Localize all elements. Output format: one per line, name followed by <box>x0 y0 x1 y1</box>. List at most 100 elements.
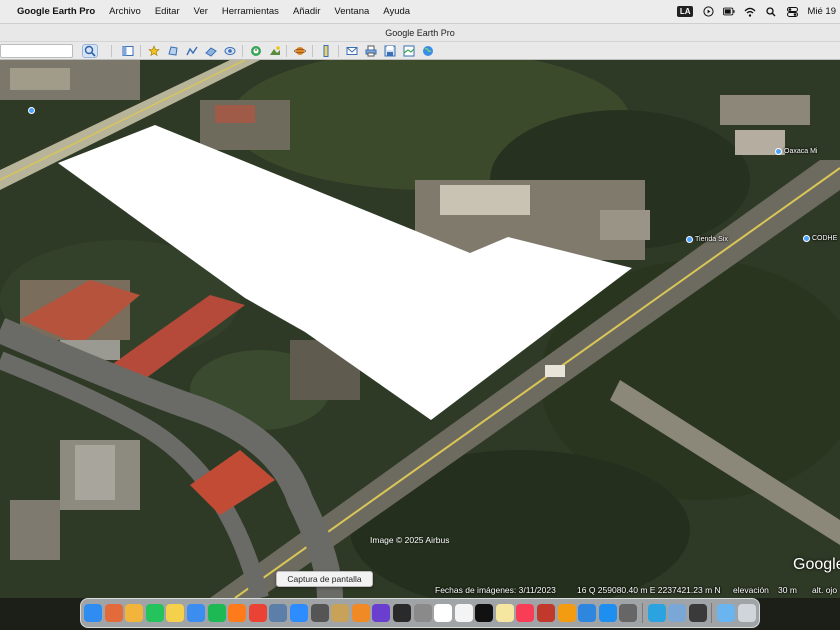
place-label-codhe[interactable]: CODHE <box>803 235 837 242</box>
save-image-icon <box>384 45 396 57</box>
music-icon[interactable] <box>516 604 535 622</box>
trash-icon[interactable] <box>737 604 756 622</box>
status-area: LA Mié 19 <box>676 6 840 18</box>
downloads-folder-icon[interactable] <box>717 604 735 622</box>
map-viewport[interactable]: Oaxaca Mi Tienda Six CODHE Image © 2025 … <box>0 60 840 598</box>
menu-anadir[interactable]: Añadir <box>286 6 327 17</box>
toolbar-separator <box>242 45 243 57</box>
preview-icon[interactable] <box>668 604 687 622</box>
finder-icon[interactable] <box>84 604 102 622</box>
add-polygon-button[interactable] <box>165 44 181 58</box>
save-image-button[interactable] <box>382 44 398 58</box>
dock-tooltip: Captura de pantalla <box>276 571 373 587</box>
dictionary-icon[interactable] <box>537 604 556 622</box>
elevation-label: elevación <box>733 585 769 595</box>
place-pin-icon <box>28 107 35 114</box>
calendar-icon[interactable] <box>434 604 453 622</box>
print-icon <box>365 45 377 57</box>
place-name: Tienda Six <box>695 236 728 243</box>
print-button[interactable] <box>363 44 379 58</box>
image-overlay-icon <box>205 47 217 57</box>
placemark-icon <box>148 45 160 57</box>
control-center-icon[interactable] <box>786 6 798 18</box>
launchpad-icon[interactable] <box>104 604 123 622</box>
screen-recorder-icon[interactable] <box>372 604 391 622</box>
search-input[interactable] <box>0 44 73 58</box>
place-pin-icon <box>775 148 782 155</box>
keynote-icon[interactable] <box>578 604 597 622</box>
menu-archivo[interactable]: Archivo <box>102 6 148 17</box>
app-store-icon[interactable] <box>598 604 617 622</box>
pages-icon[interactable] <box>557 604 576 622</box>
path-icon <box>186 46 198 56</box>
app-menu[interactable]: Google Earth Pro <box>14 6 102 17</box>
toolbar-separator <box>338 45 339 57</box>
menubar: Google Earth Pro Archivo Editar Ver Herr… <box>0 0 840 24</box>
toolbar <box>0 42 840 60</box>
chrome-icon[interactable] <box>248 604 267 622</box>
firefox-icon[interactable] <box>228 604 247 622</box>
menu-ayuda[interactable]: Ayuda <box>376 6 417 17</box>
sunlight-button[interactable] <box>267 44 283 58</box>
notes-icon[interactable] <box>166 604 185 622</box>
zoom-icon[interactable] <box>289 604 308 622</box>
ruler-button[interactable] <box>318 44 334 58</box>
google-earth-icon[interactable] <box>269 604 288 622</box>
view-in-maps-button[interactable] <box>401 44 417 58</box>
menu-editar[interactable]: Editar <box>148 6 187 17</box>
safari-icon[interactable] <box>186 604 205 622</box>
now-playing-icon[interactable] <box>702 6 714 18</box>
place-label-oaxaca[interactable]: Oaxaca Mi <box>775 148 817 155</box>
photos-icon[interactable] <box>125 604 144 622</box>
settings-icon[interactable] <box>413 604 432 622</box>
dock-separator <box>642 603 644 623</box>
planets-icon <box>294 47 306 55</box>
imagery-attribution: Image © 2025 Airbus <box>370 535 450 545</box>
place-pin-icon <box>686 236 693 243</box>
google-logo: Google <box>793 556 840 573</box>
whatsapp-icon[interactable] <box>145 604 164 622</box>
menubar-clock[interactable]: Mié 19 <box>807 6 836 17</box>
telegram-icon[interactable] <box>647 604 666 622</box>
battery-icon[interactable] <box>723 6 736 18</box>
eye-altitude-label: alt. ojo <box>812 585 838 595</box>
compressor-icon[interactable] <box>619 604 638 622</box>
coordinates-readout: 16 Q 259080.40 m E 2237421.23 m N <box>577 585 721 595</box>
record-tour-button[interactable] <box>222 44 238 58</box>
input-source-badge[interactable]: LA <box>676 6 694 17</box>
window-titlebar: Google Earth Pro <box>0 24 840 42</box>
reminders-icon[interactable] <box>454 604 473 622</box>
add-path-button[interactable] <box>184 44 200 58</box>
search-icon <box>84 45 96 57</box>
satellite-imagery <box>0 60 840 598</box>
spotlight-search-icon[interactable] <box>765 6 777 18</box>
apple-tv-icon[interactable] <box>475 604 494 622</box>
place-label-street[interactable] <box>28 107 35 114</box>
sidebar-button[interactable] <box>120 44 136 58</box>
toolbar-separator <box>111 45 112 57</box>
toolbar-separator <box>286 45 287 57</box>
google-maps-button[interactable] <box>420 44 436 58</box>
stickies-icon[interactable] <box>495 604 514 622</box>
planets-button[interactable] <box>292 44 308 58</box>
add-image-overlay-button[interactable] <box>203 44 219 58</box>
maps-icon <box>403 45 415 57</box>
wifi-icon[interactable] <box>744 6 756 18</box>
menu-ver[interactable]: Ver <box>187 6 215 17</box>
search-button[interactable] <box>82 44 98 58</box>
archive-icon[interactable] <box>331 604 350 622</box>
historical-imagery-button[interactable] <box>248 44 264 58</box>
quicktime-icon[interactable] <box>688 604 707 622</box>
window-title: Google Earth Pro <box>385 27 455 38</box>
email-button[interactable] <box>344 44 360 58</box>
spotify-icon[interactable] <box>207 604 226 622</box>
toolbar-separator <box>140 45 141 57</box>
menu-herramientas[interactable]: Herramientas <box>215 6 286 17</box>
music-creator-icon[interactable] <box>392 604 411 622</box>
menu-ventana[interactable]: Ventana <box>327 6 376 17</box>
add-placemark-button[interactable] <box>146 44 162 58</box>
place-label-tienda-six[interactable]: Tienda Six <box>686 236 728 243</box>
screenshot-icon[interactable] <box>310 604 329 622</box>
dock <box>80 598 760 628</box>
books-icon[interactable] <box>351 604 370 622</box>
